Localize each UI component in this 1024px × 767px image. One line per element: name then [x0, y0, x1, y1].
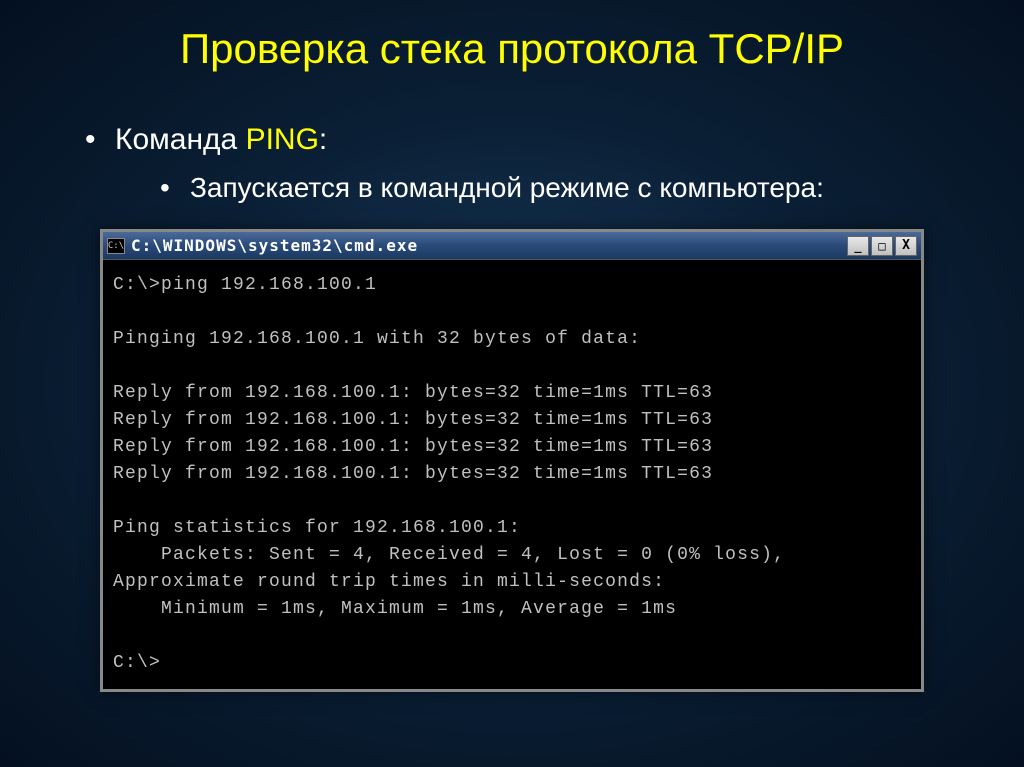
terminal-line: Pinging 192.168.100.1 with 32 bytes of d…	[113, 329, 641, 349]
maximize-button[interactable]: □	[871, 236, 893, 256]
close-button[interactable]: X	[895, 236, 917, 256]
cmd-icon: C:\	[107, 238, 125, 254]
terminal-output[interactable]: C:\>ping 192.168.100.1 Pinging 192.168.1…	[103, 260, 921, 689]
bullet-text-suffix: :	[319, 123, 327, 156]
terminal-line: C:\>ping 192.168.100.1	[113, 275, 377, 295]
window-controls: _ □ X	[847, 236, 917, 256]
terminal-line: Reply from 192.168.100.1: bytes=32 time=…	[113, 464, 713, 484]
bullet-text-prefix: Команда	[115, 123, 246, 156]
cmd-window: C:\ C:\WINDOWS\system32\cmd.exe _ □ X C:…	[100, 229, 924, 692]
terminal-line: Reply from 192.168.100.1: bytes=32 time=…	[113, 383, 713, 403]
bullet-text-highlight: PING	[246, 123, 319, 156]
terminal-prompt: C:\>	[113, 653, 161, 673]
terminal-line: Reply from 192.168.100.1: bytes=32 time=…	[113, 437, 713, 457]
bullet-item-command: Команда PING: Запускается в командной ре…	[80, 123, 964, 204]
terminal-line: Approximate round trip times in milli-se…	[113, 572, 665, 592]
terminal-line: Reply from 192.168.100.1: bytes=32 time=…	[113, 410, 713, 430]
minimize-button[interactable]: _	[847, 236, 869, 256]
titlebar[interactable]: C:\ C:\WINDOWS\system32\cmd.exe _ □ X	[103, 232, 921, 260]
terminal-line: Minimum = 1ms, Maximum = 1ms, Average = …	[113, 599, 677, 619]
slide-container: Проверка стека протокола TCP/IP Команда …	[0, 0, 1024, 767]
bullet-list: Команда PING: Запускается в командной ре…	[80, 123, 964, 204]
terminal-line: Ping statistics for 192.168.100.1:	[113, 518, 521, 538]
window-title: C:\WINDOWS\system32\cmd.exe	[131, 236, 847, 255]
slide-title: Проверка стека протокола TCP/IP	[60, 25, 964, 73]
terminal-line: Packets: Sent = 4, Received = 4, Lost = …	[113, 545, 785, 565]
sub-bullet-list: Запускается в командной режиме с компьют…	[155, 172, 964, 204]
sub-bullet-item: Запускается в командной режиме с компьют…	[155, 172, 964, 204]
